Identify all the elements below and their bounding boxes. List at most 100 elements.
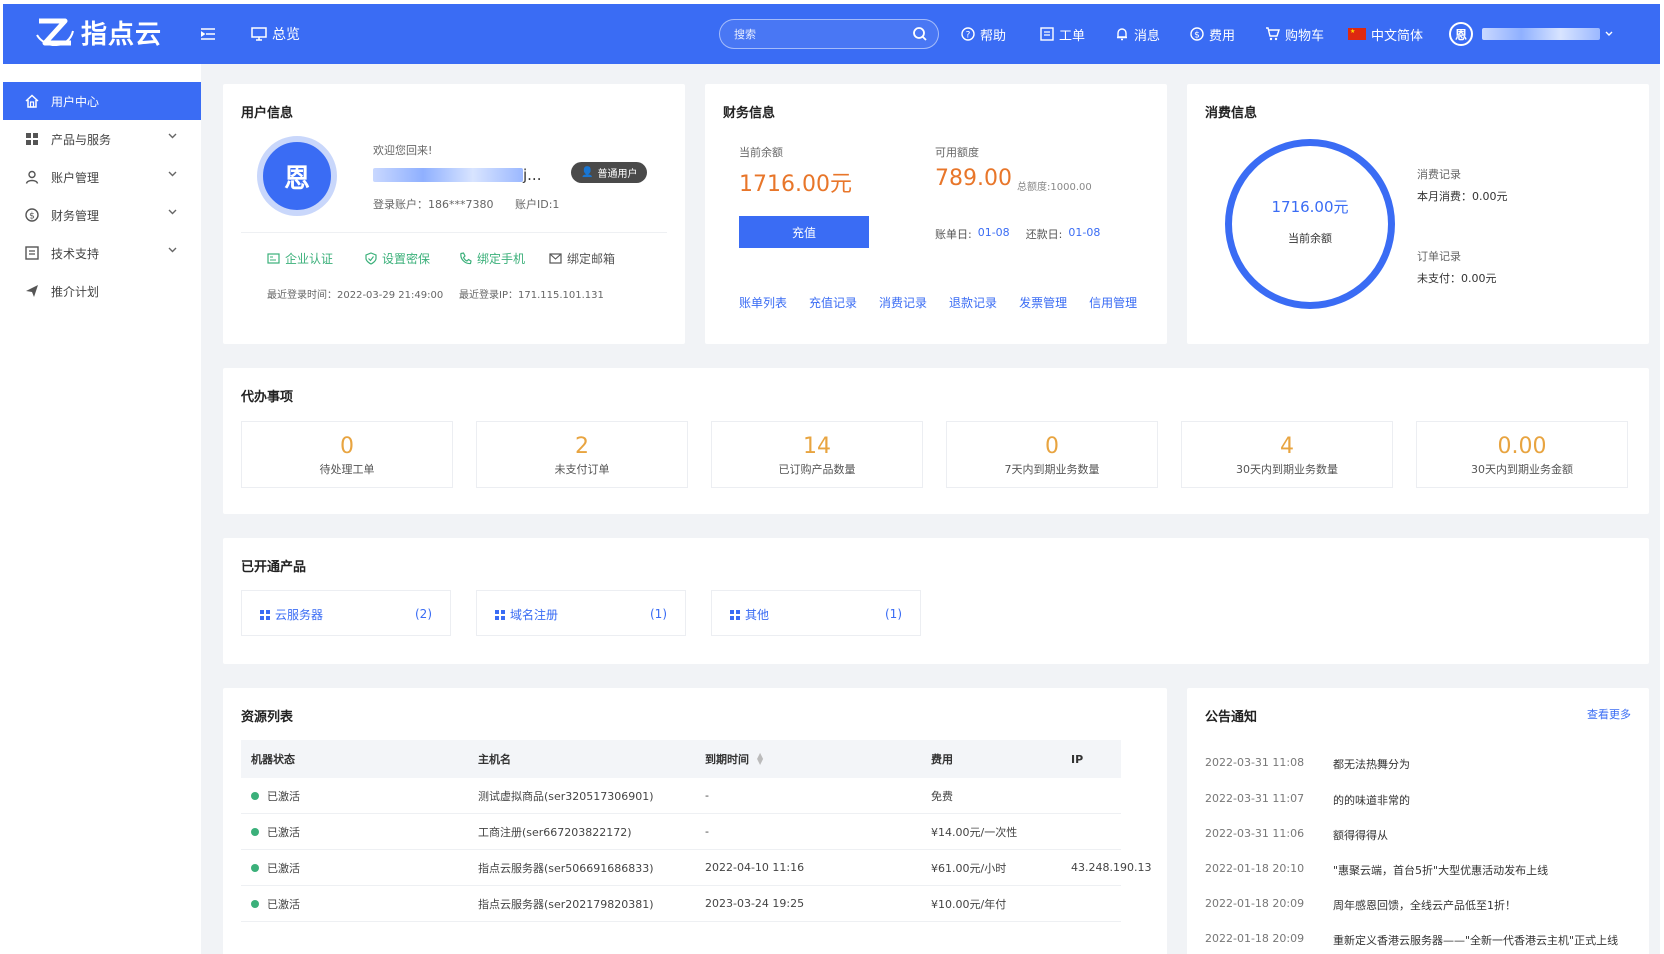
table-row[interactable]: 已激活 测试虚拟商品(ser320517306901) - 免费 bbox=[241, 778, 1121, 814]
shield-icon bbox=[365, 252, 377, 265]
dollar-icon: $ bbox=[25, 208, 39, 222]
top-navbar: 指点云 总览 ? 帮助 工单 消息 $ 费用 bbox=[3, 4, 1660, 64]
ring-value: 1716.00元 bbox=[1271, 198, 1349, 216]
ring-label: 当前余额 bbox=[1288, 232, 1332, 245]
sidebar-item-label: 推介计划 bbox=[51, 284, 100, 299]
messages-link[interactable]: 消息 bbox=[1115, 4, 1160, 64]
search-icon[interactable] bbox=[912, 26, 928, 42]
bind-phone-link[interactable]: 绑定手机 bbox=[459, 250, 525, 267]
status-dot bbox=[251, 827, 259, 836]
recharge-record-link[interactable]: 充值记录 bbox=[809, 294, 857, 311]
row-fee: ¥14.00元/一次性 bbox=[931, 825, 1018, 839]
credit-value: 789.00 bbox=[935, 166, 1012, 191]
todo-expiring-amount[interactable]: 0.00 30天内到期业务金额 bbox=[1416, 421, 1628, 488]
todo-unpaid-orders[interactable]: 2 未支付订单 bbox=[476, 421, 688, 488]
sidebar-item-finance[interactable]: $ 财务管理 bbox=[3, 196, 201, 234]
chevron-down-icon bbox=[168, 171, 177, 177]
fees-label: 费用 bbox=[1209, 28, 1236, 44]
table-row[interactable]: 已激活 指点云服务器(ser202179820381) 2023-03-24 1… bbox=[241, 886, 1121, 922]
user-badge-icon: 👤 bbox=[581, 167, 594, 178]
todo-expiring-30days[interactable]: 4 30天内到期业务数量 bbox=[1181, 421, 1393, 488]
todo-label: 待处理工单 bbox=[319, 463, 375, 476]
todo-expiring-7days[interactable]: 0 7天内到期业务数量 bbox=[946, 421, 1158, 488]
repay-day-value: 01-08 bbox=[1068, 226, 1101, 239]
product-cloud-server[interactable]: 云服务器 (2) bbox=[241, 590, 451, 636]
table-row[interactable]: 已激活 指点云服务器(ser506691686833) 2022-04-10 1… bbox=[241, 850, 1151, 886]
consumption-info-card: 消费信息 1716.00元 当前余额 消费记录 本月消费：0.00元 订单记录 … bbox=[1187, 84, 1649, 344]
user-menu[interactable]: 恩 bbox=[1449, 4, 1613, 64]
notice-item[interactable]: 2022-03-31 11:06 额得得得从 bbox=[1205, 827, 1625, 847]
notice-item[interactable]: 2022-01-18 20:10 "惠聚云端，首台5折"大型优惠活动发布上线 bbox=[1205, 862, 1625, 882]
invoice-manage-link[interactable]: 发票管理 bbox=[1019, 294, 1067, 311]
search-box[interactable] bbox=[719, 19, 939, 49]
enterprise-verify-link[interactable]: 企业认证 bbox=[267, 250, 333, 267]
dollar-icon: $ bbox=[1190, 27, 1204, 41]
sort-icon[interactable]: ▲ ▼ bbox=[757, 752, 763, 766]
overview-label: 总览 bbox=[272, 27, 300, 43]
status-dot bbox=[251, 899, 259, 908]
notice-item[interactable]: 2022-03-31 11:07 的的味道非常的 bbox=[1205, 792, 1625, 812]
china-flag-icon: ★ bbox=[1348, 28, 1366, 40]
product-domain[interactable]: 域名注册 (1) bbox=[476, 590, 686, 636]
consume-record-link[interactable]: 消费记录 bbox=[879, 294, 927, 311]
card-title: 资源列表 bbox=[241, 710, 294, 725]
todo-ordered-products[interactable]: 14 已订购产品数量 bbox=[711, 421, 923, 488]
sidebar-item-support[interactable]: 技术支持 bbox=[3, 234, 201, 272]
tickets-link[interactable]: 工单 bbox=[1040, 4, 1085, 64]
bill-day-value: 01-08 bbox=[977, 226, 1010, 239]
account-id: 账户ID:1 bbox=[515, 198, 560, 211]
refund-record-link[interactable]: 退款记录 bbox=[949, 294, 997, 311]
help-link[interactable]: ? 帮助 bbox=[961, 4, 1006, 64]
balance-label: 当前余额 bbox=[739, 146, 783, 159]
product-other[interactable]: 其他 (1) bbox=[711, 590, 921, 636]
notice-item[interactable]: 2022-03-31 11:08 都无法热舞分为 bbox=[1205, 756, 1625, 776]
bill-list-link[interactable]: 账单列表 bbox=[739, 294, 787, 311]
menu-toggle-button[interactable] bbox=[201, 4, 215, 64]
row-status: 已激活 bbox=[267, 825, 300, 839]
sidebar-item-account[interactable]: 账户管理 bbox=[3, 158, 201, 196]
bind-phone-label: 绑定手机 bbox=[477, 252, 526, 266]
col-status: 机器状态 bbox=[251, 753, 295, 766]
search-input[interactable] bbox=[734, 20, 914, 48]
chevron-down-icon bbox=[1605, 31, 1613, 36]
notice-item[interactable]: 2022-01-18 20:09 周年感恩回馈，全线云产品低至1折！ bbox=[1205, 897, 1625, 917]
sidebar-item-referral[interactable]: 推介计划 bbox=[3, 272, 201, 310]
product-name: 云服务器 bbox=[275, 608, 324, 622]
logo-icon bbox=[36, 18, 74, 46]
cart-link[interactable]: 购物车 bbox=[1265, 4, 1324, 64]
credit-manage-link[interactable]: 信用管理 bbox=[1089, 294, 1137, 311]
row-fee: ¥10.00元/年付 bbox=[931, 897, 1007, 911]
notices-card: 公告通知 查看更多 2022-03-31 11:08 都无法热舞分为 2022-… bbox=[1187, 688, 1649, 954]
sidebar: 用户中心 产品与服务 账户管理 $ 财务管理 技术支持 推介计划 bbox=[3, 64, 201, 954]
language-switch[interactable]: ★ 中文简体 bbox=[1348, 4, 1423, 64]
row-host: 测试虚拟商品(ser320517306901) bbox=[478, 789, 654, 803]
col-expire[interactable]: 到期时间 ▲ ▼ bbox=[705, 740, 763, 778]
recharge-button[interactable]: 充值 bbox=[739, 216, 869, 248]
notice-text: 额得得得从 bbox=[1333, 829, 1388, 842]
help-icon: ? bbox=[961, 27, 975, 41]
todo-label: 7天内到期业务数量 bbox=[1004, 463, 1100, 476]
consume-record-label: 消费记录 bbox=[1417, 168, 1461, 181]
col-expire-label: 到期时间 bbox=[705, 753, 749, 766]
monitor-icon bbox=[251, 27, 267, 41]
user-level-badge: 👤 普通用户 bbox=[571, 162, 648, 183]
row-fee: ¥61.00元/小时 bbox=[931, 861, 1007, 875]
chevron-down-icon bbox=[168, 133, 177, 139]
table-row[interactable]: 已激活 工商注册(ser667203822172) - ¥14.00元/一次性 bbox=[241, 814, 1121, 850]
sidebar-item-products[interactable]: 产品与服务 bbox=[3, 120, 201, 158]
notice-item[interactable]: 2022-01-18 20:09 重新定义香港云服务器——"全新一代香港云主机"… bbox=[1205, 932, 1625, 952]
view-more-link[interactable]: 查看更多 bbox=[1587, 706, 1631, 722]
brand-logo[interactable]: 指点云 bbox=[35, 14, 162, 51]
sidebar-item-user-center[interactable]: 用户中心 bbox=[3, 82, 201, 120]
notice-date: 2022-01-18 20:09 bbox=[1205, 932, 1305, 945]
bind-email-link[interactable]: 绑定邮箱 bbox=[549, 250, 615, 267]
todo-pending-tickets[interactable]: 0 待处理工单 bbox=[241, 421, 453, 488]
fees-link[interactable]: $ 费用 bbox=[1190, 4, 1235, 64]
card-title: 公告通知 bbox=[1205, 710, 1258, 725]
todo-label: 30天内到期业务金额 bbox=[1471, 463, 1573, 476]
card-title: 代办事项 bbox=[241, 390, 294, 405]
language-label: 中文简体 bbox=[1371, 28, 1424, 44]
security-question-link[interactable]: 设置密保 bbox=[365, 250, 430, 267]
chevron-down-icon bbox=[168, 209, 177, 215]
overview-link[interactable]: 总览 bbox=[251, 4, 300, 64]
